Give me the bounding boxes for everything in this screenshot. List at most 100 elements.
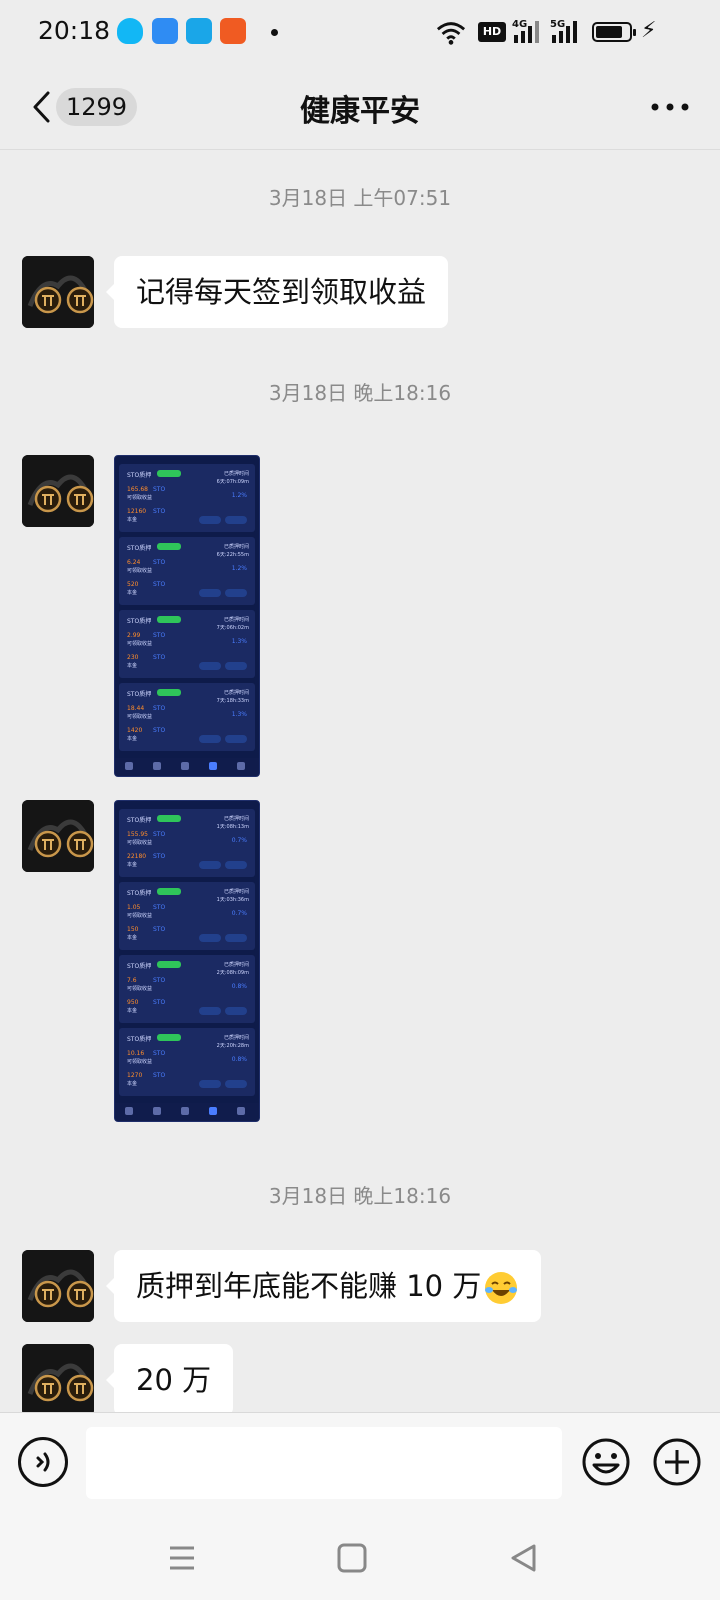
- avatar[interactable]: [22, 455, 94, 527]
- screenshot-tab-icon: [181, 762, 189, 770]
- stake-rate: 1.3%: [231, 638, 247, 645]
- message-timestamp: 3月18日 晚上18:16: [268, 1184, 452, 1208]
- more-icon[interactable]: [650, 102, 690, 112]
- status-time: 20:18: [38, 16, 111, 45]
- stake-card: STO质押 已质押时间 6天:22h:55m 6.24 STO 可领取收益 520 STO 本金…: [119, 537, 255, 605]
- stake-card-title: STO质押: [127, 691, 152, 698]
- stake-principal: 950: [127, 999, 139, 1006]
- stake-action-button: [199, 1007, 221, 1015]
- stake-action-button: [225, 1007, 247, 1015]
- battery-level: [596, 26, 622, 38]
- stake-unit: STO: [153, 559, 166, 566]
- stake-time: 已质押时间 7天:18h:33m: [216, 690, 249, 704]
- stake-rate: 0.7%: [231, 837, 247, 844]
- stake-action-button: [225, 861, 247, 869]
- stake-card: STO质押 已质押时间 2天:08h:09m 7.6 STO 可领取收益 950 STO 本金 0…: [119, 955, 255, 1023]
- stake-time: 已质押时间 2天:08h:09m: [216, 962, 249, 976]
- signal-5g-icon: 5G: [550, 19, 577, 43]
- avatar[interactable]: [22, 1250, 94, 1322]
- charging-icon: ⚡: [641, 18, 657, 43]
- back-triangle-icon[interactable]: [504, 1538, 544, 1578]
- stake-action-button: [199, 934, 221, 942]
- stake-principal-label: 本金: [127, 517, 138, 523]
- screenshot-tab-icon: [153, 1107, 161, 1115]
- home-icon[interactable]: [332, 1538, 372, 1578]
- stake-card: STO质押 已质押时间 2天:20h:28m 10.16 STO 可领取收益 1270 STO…: [119, 1028, 255, 1096]
- stake-action-button: [225, 735, 247, 743]
- stake-rate: 0.8%: [231, 1056, 247, 1063]
- stake-earnings: 155.95: [127, 831, 148, 838]
- stake-unit: STO: [153, 632, 166, 639]
- chat-title: 健康平安: [300, 94, 420, 129]
- stake-card: STO质押 已质押时间 7天:18h:33m 18.44 STO 可领取收益 1420 STO…: [119, 683, 255, 751]
- stake-earnings-label: 可领取收益: [127, 1059, 153, 1065]
- stake-principal: 150: [127, 926, 139, 933]
- stake-action-button: [199, 735, 221, 743]
- stake-principal: 520: [127, 581, 139, 588]
- stake-principal-label: 本金: [127, 590, 138, 596]
- stake-earnings-label: 可领取收益: [127, 840, 153, 846]
- stake-card: STO质押 已质押时间 1天:08h:13m 155.95 STO 可领取收益 22180 S…: [119, 809, 255, 877]
- message-bubble[interactable]: 记得每天签到领取收益: [105, 256, 449, 328]
- stake-status-tag: [157, 616, 181, 623]
- stake-principal: 230: [127, 654, 139, 661]
- battery-icon: [592, 22, 636, 42]
- qq-icon: [117, 18, 143, 44]
- stake-card-title: STO质押: [127, 472, 152, 479]
- screenshot-tab-icon: [125, 762, 133, 770]
- stake-unit: STO: [153, 904, 166, 911]
- stake-time: 已质押时间 1天:03h:36m: [216, 889, 249, 903]
- chat-input-bar: [0, 1412, 720, 1516]
- screenshot-tab-bar: [115, 758, 259, 776]
- stake-earnings-label: 可领取收益: [127, 986, 153, 992]
- app-icon: [186, 18, 212, 44]
- avatar[interactable]: [22, 1344, 94, 1416]
- stake-principal-label: 本金: [127, 663, 138, 669]
- stake-card-title: STO质押: [127, 963, 152, 970]
- avatar-image: [22, 1250, 94, 1322]
- stake-time: 已质押时间 1天:08h:13m: [216, 816, 249, 830]
- stake-unit: STO: [153, 508, 166, 515]
- stake-rate: 1.3%: [231, 711, 247, 718]
- stake-principal-label: 本金: [127, 935, 138, 941]
- stake-earnings-label: 可领取收益: [127, 913, 153, 919]
- message-input[interactable]: [86, 1427, 562, 1499]
- avatar-image: [22, 800, 94, 872]
- menu-icon[interactable]: [162, 1538, 202, 1578]
- stake-principal-label: 本金: [127, 1081, 138, 1087]
- stake-card-title: STO质押: [127, 890, 152, 897]
- screenshot-tab-icon: [237, 762, 245, 770]
- stake-earnings: 7.6: [127, 977, 137, 984]
- image-message[interactable]: STO质押 已质押时间 1天:08h:13m 155.95 STO 可领取收益 22180 S…: [114, 800, 260, 1122]
- stake-action-button: [225, 662, 247, 670]
- screenshot-tab-icon: [209, 1107, 217, 1115]
- avatar[interactable]: [22, 800, 94, 872]
- stake-unit: STO: [153, 999, 166, 1006]
- qq-mail-icon: [152, 18, 178, 44]
- smiley-icon[interactable]: [581, 1437, 631, 1487]
- stake-unit: STO: [153, 581, 166, 588]
- plus-icon[interactable]: [652, 1437, 702, 1487]
- stake-time: 已质押时间 6天:22h:55m: [216, 544, 249, 558]
- hd-badge: HD: [478, 22, 506, 42]
- stake-unit: STO: [153, 654, 166, 661]
- stake-earnings: 18.44: [127, 705, 145, 712]
- stake-earnings: 2.99: [127, 632, 141, 639]
- stake-card-title: STO质押: [127, 618, 152, 625]
- stake-unit: STO: [153, 1072, 166, 1079]
- stake-card: STO质押 已质押时间 1天:03h:36m 1.05 STO 可领取收益 150 STO 本金…: [119, 882, 255, 950]
- avatar[interactable]: [22, 256, 94, 328]
- stake-rate: 1.2%: [231, 492, 247, 499]
- stake-earnings: 6.24: [127, 559, 141, 566]
- message-bubble[interactable]: 20 万: [105, 1344, 234, 1416]
- stake-time: 已质押时间 6天:07h:09m: [216, 471, 249, 485]
- stake-principal: 22180: [127, 853, 147, 860]
- message-bubble[interactable]: 质押到年底能不能赚 10 万: [105, 1250, 542, 1322]
- svg-text:5G: 5G: [550, 19, 565, 30]
- stake-principal: 1420: [127, 727, 143, 734]
- stake-card-title: STO质押: [127, 817, 152, 824]
- screenshot-tab-icon: [153, 762, 161, 770]
- voice-icon[interactable]: [18, 1437, 68, 1487]
- image-message[interactable]: STO质押 已质押时间 6天:07h:09m 165.68 STO 可领取收益 12160 S…: [114, 455, 260, 777]
- stake-action-button: [225, 934, 247, 942]
